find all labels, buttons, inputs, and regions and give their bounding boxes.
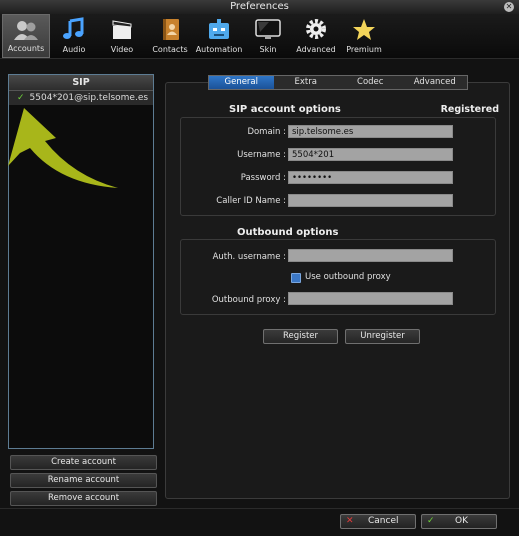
tab-codec[interactable]: Codec bbox=[338, 76, 403, 89]
toolbar: Accounts Audio Video Contacts Automation… bbox=[0, 14, 519, 59]
tab-advanced[interactable]: Advanced bbox=[403, 76, 468, 89]
register-button[interactable]: Register bbox=[263, 329, 338, 344]
gear-icon bbox=[306, 19, 326, 39]
accounts-icon bbox=[14, 21, 38, 40]
username-field[interactable]: 5504*201 bbox=[288, 148, 453, 161]
close-icon[interactable]: ✕ bbox=[504, 2, 514, 12]
toolbar-label: Accounts bbox=[7, 44, 45, 53]
outbound-proxy-label: Outbound proxy : bbox=[211, 295, 286, 305]
toolbar-automation[interactable]: Automation bbox=[195, 14, 243, 58]
sip-options-title: SIP account options bbox=[229, 104, 341, 115]
tab-strip: General Extra Codec Advanced bbox=[208, 75, 468, 90]
remove-account-button[interactable]: Remove account bbox=[10, 491, 157, 506]
title-bar: Preferences ✕ bbox=[0, 0, 519, 14]
ok-button[interactable]: ✓ OK bbox=[421, 514, 497, 529]
caller-id-field[interactable] bbox=[288, 194, 453, 207]
clapperboard-icon bbox=[112, 20, 132, 39]
window-title: Preferences bbox=[230, 1, 289, 12]
cancel-x-icon: ✕ bbox=[346, 516, 354, 526]
toolbar-label: Premium bbox=[346, 45, 382, 54]
use-outbound-proxy-label: Use outbound proxy bbox=[305, 272, 391, 282]
caller-id-label: Caller ID Name : bbox=[216, 196, 286, 206]
toolbar-video[interactable]: Video bbox=[98, 14, 146, 58]
robot-icon bbox=[209, 19, 229, 39]
auth-username-field[interactable] bbox=[288, 249, 453, 262]
cancel-button[interactable]: ✕ Cancel bbox=[340, 514, 416, 529]
monitor-icon bbox=[255, 19, 281, 39]
rename-account-button[interactable]: Rename account bbox=[10, 473, 157, 488]
ok-check-icon: ✓ bbox=[427, 516, 435, 526]
toolbar-label: Skin bbox=[259, 45, 277, 54]
footer-divider bbox=[0, 508, 519, 509]
toolbar-label: Automation bbox=[195, 45, 243, 54]
star-icon bbox=[353, 19, 375, 40]
password-label: Password : bbox=[240, 173, 286, 183]
toolbar-label: Audio bbox=[62, 45, 86, 54]
password-field[interactable]: •••••••• bbox=[288, 171, 453, 184]
contacts-book-icon bbox=[163, 19, 179, 40]
toolbar-skin[interactable]: Skin bbox=[244, 14, 292, 58]
toolbar-advanced[interactable]: Advanced bbox=[292, 14, 340, 58]
auth-username-label: Auth. username : bbox=[212, 252, 286, 262]
arrow-annotation-icon bbox=[8, 108, 118, 188]
toolbar-audio[interactable]: Audio bbox=[50, 14, 98, 58]
domain-label: Domain : bbox=[247, 127, 286, 137]
username-label: Username : bbox=[237, 150, 286, 160]
music-note-icon bbox=[63, 17, 84, 39]
tab-extra[interactable]: Extra bbox=[274, 76, 339, 89]
use-outbound-proxy-checkbox[interactable] bbox=[291, 273, 301, 283]
toolbar-label: Advanced bbox=[296, 45, 336, 54]
account-item[interactable]: ✓ 5504*201@sip.telsome.es bbox=[9, 91, 153, 105]
tab-general[interactable]: General bbox=[209, 76, 274, 89]
toolbar-premium[interactable]: Premium bbox=[340, 14, 388, 58]
unregister-button[interactable]: Unregister bbox=[345, 329, 420, 344]
toolbar-contacts[interactable]: Contacts bbox=[146, 14, 194, 58]
registration-status: Registered bbox=[440, 104, 499, 115]
outbound-options-title: Outbound options bbox=[237, 227, 339, 238]
toolbar-label: Video bbox=[110, 45, 134, 54]
account-label: 5504*201@sip.telsome.es bbox=[29, 93, 149, 103]
toolbar-accounts[interactable]: Accounts bbox=[2, 14, 50, 58]
cancel-label: Cancel bbox=[368, 516, 399, 526]
check-icon: ✓ bbox=[17, 93, 25, 103]
accounts-list-header: SIP bbox=[9, 75, 153, 91]
domain-field[interactable]: sip.telsome.es bbox=[288, 125, 453, 138]
create-account-button[interactable]: Create account bbox=[10, 455, 157, 470]
ok-label: OK bbox=[455, 516, 468, 526]
outbound-proxy-field[interactable] bbox=[288, 292, 453, 305]
toolbar-label: Contacts bbox=[152, 45, 188, 54]
